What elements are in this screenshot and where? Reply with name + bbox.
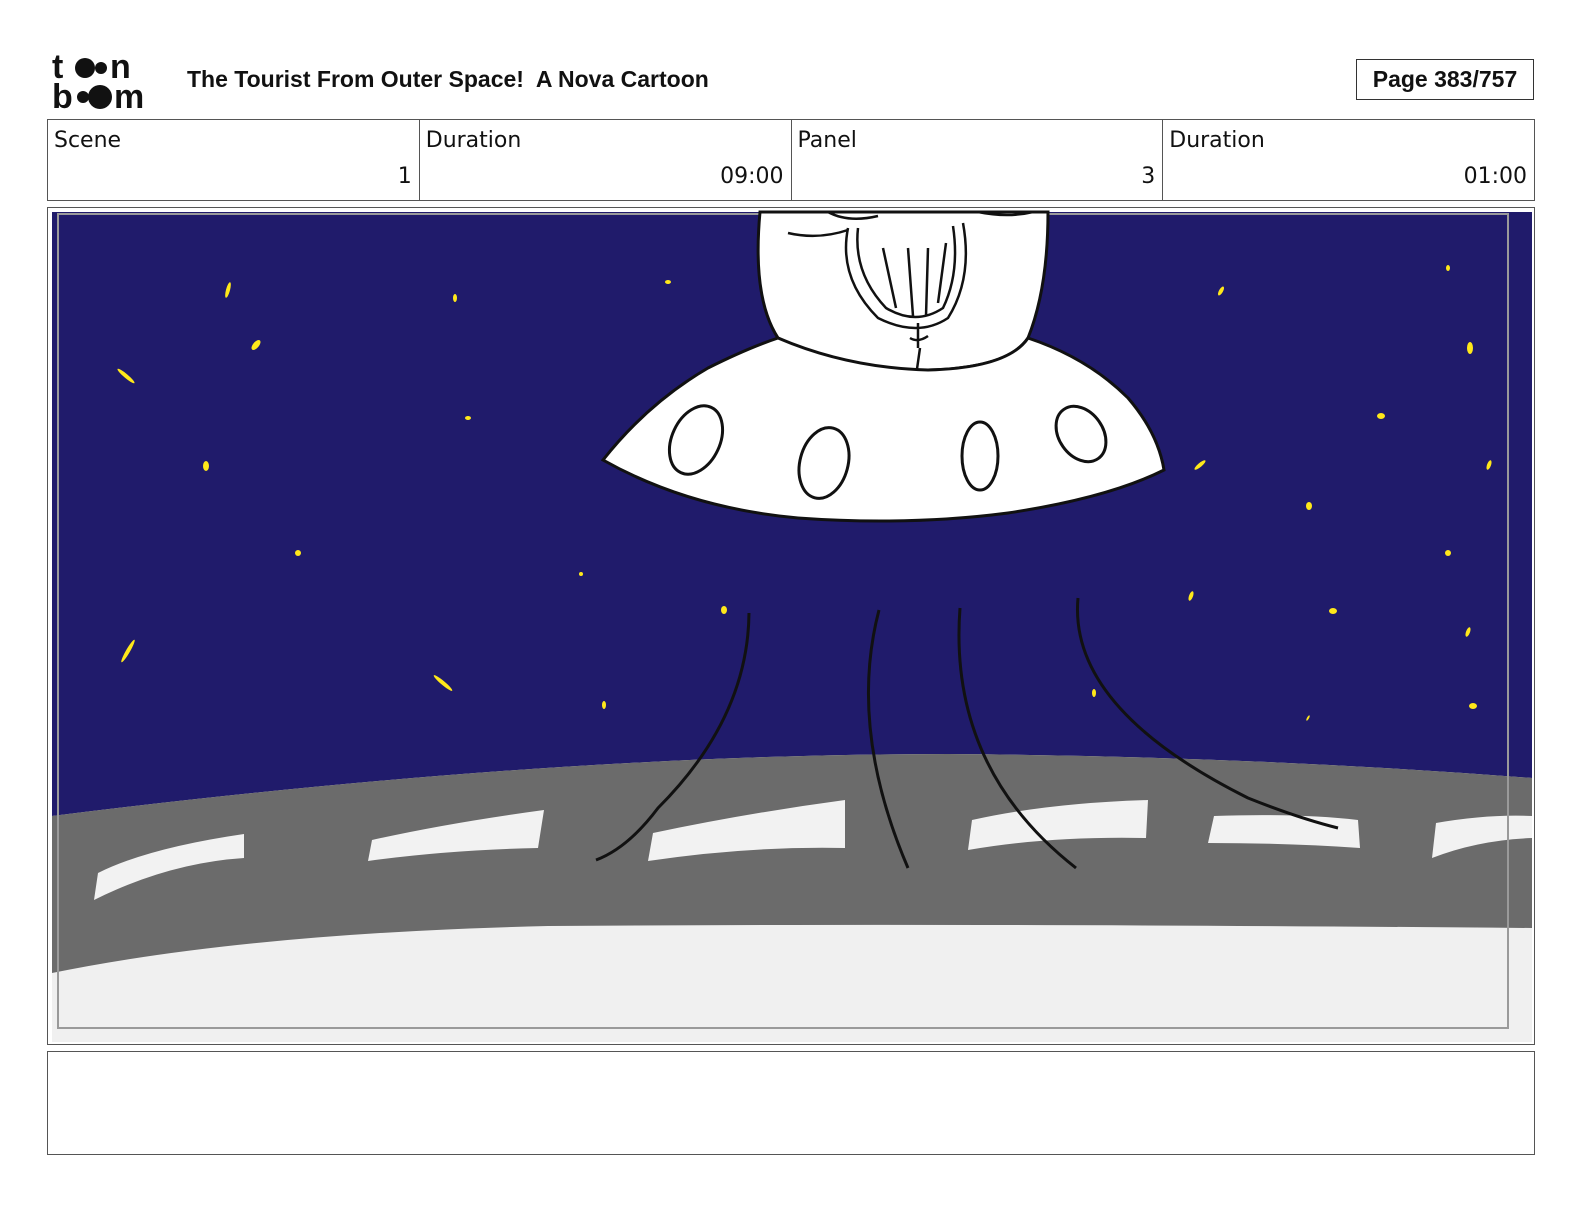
scene-value: 1 bbox=[397, 164, 412, 189]
panel-duration-cell: Duration 01:00 bbox=[1163, 120, 1534, 200]
scene-label: Scene bbox=[54, 128, 122, 153]
scene-duration-cell: Duration 09:00 bbox=[420, 120, 792, 200]
storyboard-panel bbox=[47, 207, 1535, 1045]
document-title: The Tourist From Outer Space! A Nova Car… bbox=[187, 66, 709, 92]
page-number: Page 383/757 bbox=[1356, 59, 1534, 100]
panel-info-row: Scene 1 Duration 09:00 Panel 3 Duration … bbox=[47, 119, 1535, 201]
scene-duration-value: 09:00 bbox=[720, 164, 784, 189]
panel-duration-value: 01:00 bbox=[1463, 164, 1527, 189]
panel-label: Panel bbox=[797, 128, 857, 153]
scene-cell: Scene 1 bbox=[48, 120, 420, 200]
panel-notes-box bbox=[47, 1051, 1535, 1155]
scene-duration-label: Duration bbox=[425, 128, 522, 153]
ufo-scene-drawing bbox=[52, 210, 1532, 1042]
toon-boom-logo: t n b m bbox=[52, 48, 164, 116]
panel-cell: Panel 3 bbox=[792, 120, 1164, 200]
svg-text:m: m bbox=[114, 78, 144, 112]
panel-duration-label: Duration bbox=[1169, 128, 1265, 153]
panel-value: 3 bbox=[1141, 164, 1156, 189]
svg-text:b: b bbox=[52, 78, 73, 112]
